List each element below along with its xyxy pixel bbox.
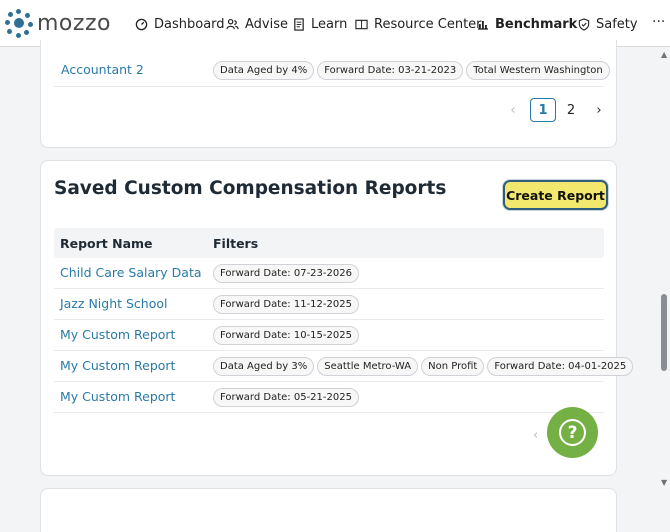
pagination: ‹ 1 2 › (500, 98, 612, 122)
nav-benchmark-label: Benchmark (495, 16, 578, 32)
filter-chip: Non Profit (421, 357, 485, 376)
table-row: Child Care Salary Data Forward Date: 07-… (54, 258, 604, 289)
filter-chips: Forward Date: 07-23-2026 (213, 264, 362, 283)
table-header: Report Name Filters (54, 228, 604, 258)
nav-learn-label: Learn (311, 16, 348, 32)
saved-reports-card: Saved Custom Compensation Reports Create… (40, 160, 634, 476)
nav-dashboard-label: Dashboard (154, 16, 225, 32)
filter-chip: Data Aged by 4% (213, 61, 315, 80)
nav-resource-center-label: Resource Center (374, 16, 482, 32)
page-button-2[interactable]: 2 (558, 98, 584, 122)
table-row: My Custom Report Forward Date: 10-15-202… (54, 320, 604, 351)
report-link[interactable]: Jazz Night School (60, 296, 168, 311)
filter-chips: Forward Date: 11-12-2025 (213, 295, 362, 314)
filter-chips: Forward Date: 10-15-2025 (213, 326, 362, 345)
people-icon (226, 18, 239, 29)
filter-chips: Data Aged by 4% Forward Date: 03-21-2023… (213, 61, 613, 80)
logo-mark-icon (5, 9, 35, 38)
help-button[interactable]: ? (547, 407, 598, 458)
column-header-report-name: Report Name (60, 236, 153, 251)
next-page-button[interactable]: › (586, 98, 612, 122)
table-row: My Custom Report Data Aged by 3% Seattle… (54, 351, 634, 382)
document-icon (294, 17, 304, 31)
nav-advise[interactable]: Advise (226, 14, 288, 34)
nav-safety-label: Safety (596, 16, 638, 32)
filter-chip: Forward Date: 05-21-2025 (213, 388, 359, 407)
report-link[interactable]: Accountant 2 (61, 62, 144, 77)
saved-reports-title: Saved Custom Compensation Reports (54, 178, 447, 199)
gauge-icon (135, 18, 148, 30)
report-link[interactable]: My Custom Report (60, 358, 175, 373)
filter-chips: Data Aged by 3% Seattle Metro-WA Non Pro… (213, 357, 636, 376)
page-button-1[interactable]: 1 (530, 98, 556, 122)
filter-chip: Forward Date: 04-01-2025 (487, 357, 634, 376)
prev-page-button[interactable]: ‹ (500, 98, 526, 122)
nav-resource-center[interactable]: Resource Center (355, 14, 482, 34)
report-link[interactable]: My Custom Report (60, 389, 175, 404)
filter-chip: Seattle Metro-WA (317, 357, 419, 376)
next-section-card (40, 488, 617, 532)
custom-reports-table-card: Accountant 2 Data Aged by 4% Forward Dat… (40, 40, 617, 148)
prev-page-button[interactable]: ‹ (533, 428, 538, 443)
column-header-filters: Filters (213, 236, 259, 251)
filter-chip: Forward Date: 03-21-2023 (317, 61, 464, 80)
report-link[interactable]: My Custom Report (60, 327, 175, 342)
nav-dashboard[interactable]: Dashboard (135, 14, 225, 34)
filter-chip: Forward Date: 10-15-2025 (213, 326, 359, 345)
nav-learn[interactable]: Learn (293, 14, 347, 34)
create-report-button[interactable]: Create Report (503, 180, 608, 210)
table-row: Jazz Night School Forward Date: 11-12-20… (54, 289, 604, 320)
nav-benchmark[interactable]: Benchmark (477, 14, 577, 34)
filter-chip: Total Western Washington (466, 61, 610, 80)
scroll-up-arrow-icon[interactable]: ▲ (661, 50, 667, 59)
mozzo-logo[interactable]: mozzo (5, 9, 111, 38)
table-row: My Custom Report Forward Date: 05-21-202… (54, 382, 604, 413)
scrollbar-thumb[interactable] (661, 294, 667, 371)
filter-chip: Forward Date: 07-23-2026 (213, 264, 359, 283)
shield-icon (578, 17, 590, 31)
logo-text: mozzo (37, 10, 111, 36)
filter-chip: Forward Date: 11-12-2025 (213, 295, 359, 314)
scrollbar[interactable] (659, 47, 670, 489)
nav-advise-label: Advise (245, 16, 288, 32)
report-link[interactable]: Child Care Salary Data (60, 265, 202, 280)
filter-chip: Data Aged by 3% (213, 357, 315, 376)
row-divider (54, 86, 604, 87)
scroll-down-arrow-icon[interactable]: ▼ (661, 478, 667, 487)
question-icon: ? (559, 419, 586, 446)
filter-chips: Forward Date: 05-21-2025 (213, 388, 362, 407)
book-icon (355, 19, 368, 30)
bar-chart-icon (478, 21, 488, 30)
more-menu-icon[interactable]: ··· (652, 14, 665, 30)
nav-safety[interactable]: Safety (578, 14, 638, 34)
